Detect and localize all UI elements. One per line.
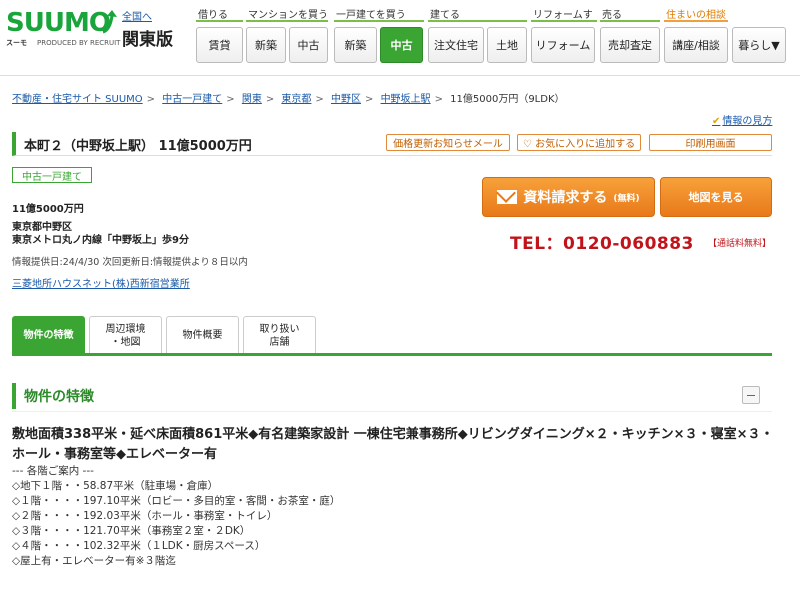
price-text: 11億5000万円 <box>12 204 84 215</box>
list-item: ◇１階・・・・197.10平米（ロビー・多目的室・客間・お茶室・庭） <box>12 495 341 507</box>
nav-button-house-used[interactable]: 中古 <box>380 27 423 63</box>
nav-button-mansion-new[interactable]: 新築 <box>246 27 286 63</box>
breadcrumb-link-used-house[interactable]: 中古一戸建て <box>162 94 222 105</box>
info-guide-icon: ✔ <box>712 116 721 127</box>
nav-label-sell: 売る <box>600 6 660 22</box>
page-title: 本町２（中野坂上駅） 11億5000万円 <box>24 139 252 154</box>
nav-button-consult[interactable]: 講座/相談 <box>664 27 728 63</box>
nav-label-consult: 住まいの相談 <box>664 6 728 22</box>
tab-underline <box>12 353 772 356</box>
breadcrumb-link-nakano[interactable]: 中野区 <box>331 94 361 105</box>
collapse-button[interactable] <box>742 386 760 404</box>
request-sub-label: (無料) <box>613 193 640 204</box>
nav-build: 建てる 注文住宅 土地 <box>428 6 527 63</box>
breadcrumb-link-kanto[interactable]: 関東 <box>242 94 262 105</box>
nav-label-build: 建てる <box>428 6 527 22</box>
tab-features[interactable]: 物件の特徴 <box>12 316 85 354</box>
mail-icon <box>497 190 518 204</box>
feature-headline: 敷地面積338平米・延べ床面積861平米◆有名建築家設計 一棟住宅兼事務所◆リビ… <box>12 427 774 462</box>
request-label: 資料請求する <box>523 190 608 206</box>
breadcrumb-link-tokyo[interactable]: 東京都 <box>281 94 311 105</box>
price-mail-button[interactable]: 価格更新お知らせメール <box>386 134 510 151</box>
nav-life: 暮らし▼ <box>732 6 786 63</box>
logo-subtext: スーモ PRODUCED BY RECRUIT <box>6 38 120 48</box>
tab-store[interactable]: 取り扱い 店舗 <box>243 316 316 354</box>
suumo-logo[interactable]: SUUMO スーモ PRODUCED BY RECRUIT <box>6 8 120 54</box>
nav-label-house: 一戸建てを買う <box>334 6 424 22</box>
section-title: 物件の特徴 <box>24 389 94 405</box>
nav-mansion: マンションを買う 新築 中古 <box>246 6 328 63</box>
info-guide-label: 情報の見方 <box>722 116 773 127</box>
favorite-button[interactable]: ♡ お気に入りに追加する <box>517 134 641 151</box>
nav-button-life[interactable]: 暮らし▼ <box>732 27 786 63</box>
info-guide-link[interactable]: ✔ 情報の見方 <box>712 112 772 127</box>
tab-overview[interactable]: 物件概要 <box>166 316 239 354</box>
breadcrumb-current: 11億5000万円（9LDK） <box>450 94 565 105</box>
logo-produced: PRODUCED BY RECRUIT <box>37 39 121 47</box>
request-document-button[interactable]: 資料請求する (無料) <box>482 177 655 217</box>
list-item: ◇屋上有・エレベーター有※３階迄 <box>12 555 176 567</box>
divider <box>12 411 772 412</box>
nav-rent: 借りる 賃貸 <box>196 6 243 63</box>
nav-label-mansion: マンションを買う <box>246 6 328 22</box>
features-section-header: 物件の特徴 <box>12 383 772 409</box>
company-link[interactable]: 三菱地所ハウスネット(株)西新宿営業所 <box>12 275 190 290</box>
nav-button-house-new[interactable]: 新築 <box>334 27 377 63</box>
detail-tabs: 物件の特徴 周辺環境 ・地図 物件概要 取り扱い 店舗 <box>12 316 316 354</box>
list-item: ◇４階・・・・102.32平米（１LDK・厨房スペース） <box>12 540 266 552</box>
logo-arrow-icon <box>102 10 117 34</box>
nav-label-rent: 借りる <box>196 6 243 22</box>
phone-number: TEL：0120-060883 <box>510 234 694 254</box>
list-item: ◇地下１階・・58.87平米（駐車場・倉庫） <box>12 480 219 492</box>
region-link[interactable]: 全国へ <box>122 8 173 23</box>
breadcrumb-link-station[interactable]: 中野坂上駅 <box>381 94 431 105</box>
site-header: SUUMO スーモ PRODUCED BY RECRUIT 全国へ 関東版 借りる… <box>0 0 800 76</box>
list-item: ◇２階・・・・192.03平米（ホール・事務室・トイレ） <box>12 510 278 522</box>
view-map-button[interactable]: 地図を見る <box>660 177 772 217</box>
nav-button-sell-appraisal[interactable]: 売却査定 <box>600 27 660 63</box>
breadcrumb-link-top[interactable]: 不動産・住宅サイト SUUMO <box>12 94 143 105</box>
logo-text: SUUMO <box>6 8 111 38</box>
list-item: ◇３階・・・・121.70平米（事務室２室・２DK） <box>12 525 251 537</box>
feature-list: --- 各階ご案内 --- ◇地下１階・・58.87平米（駐車場・倉庫） ◇１階… <box>12 464 340 569</box>
nav-button-mansion-used[interactable]: 中古 <box>289 27 328 63</box>
nav-button-custom-home[interactable]: 注文住宅 <box>428 27 484 63</box>
nav-sell: 売る 売却査定 <box>600 6 660 63</box>
region-name: 関東版 <box>122 30 173 50</box>
tab-surroundings[interactable]: 周辺環境 ・地図 <box>89 316 162 354</box>
property-type-tag: 中古一戸建て <box>12 167 92 183</box>
nav-consult: 住まいの相談 講座/相談 <box>664 6 728 63</box>
nav-button-land[interactable]: 土地 <box>487 27 527 63</box>
nav-house: 一戸建てを買う 新築 中古 <box>334 6 424 63</box>
nav-reform: リフォームす リフォーム <box>531 6 597 63</box>
access-text: 東京メトロ丸ノ内線「中野坂上」歩9分 <box>12 235 189 246</box>
property-title-bar: 本町２（中野坂上駅） 11億5000万円 価格更新お知らせメール ♡ お気に入り… <box>12 132 772 156</box>
toll-free-note: 【通話料無料】 <box>708 239 772 249</box>
nav-button-reform[interactable]: リフォーム <box>531 27 595 63</box>
list-item: --- 各階ご案内 --- <box>12 465 94 477</box>
breadcrumb: 不動産・住宅サイト SUUMO > 中古一戸建て > 関東 > 東京都 > 中野区 > 中… <box>12 94 565 105</box>
nav-button-chintai[interactable]: 賃貸 <box>196 27 243 63</box>
print-button[interactable]: 印刷用画面 <box>649 134 772 151</box>
logo-kana: スーモ <box>6 39 27 47</box>
info-dates: 情報提供日:24/4/30 次回更新日:情報提供より８日以内 <box>12 257 248 268</box>
nav-label-reform: リフォームす <box>531 6 597 22</box>
region-selector: 全国へ 関東版 <box>122 8 173 50</box>
nav-label-life <box>732 6 786 22</box>
